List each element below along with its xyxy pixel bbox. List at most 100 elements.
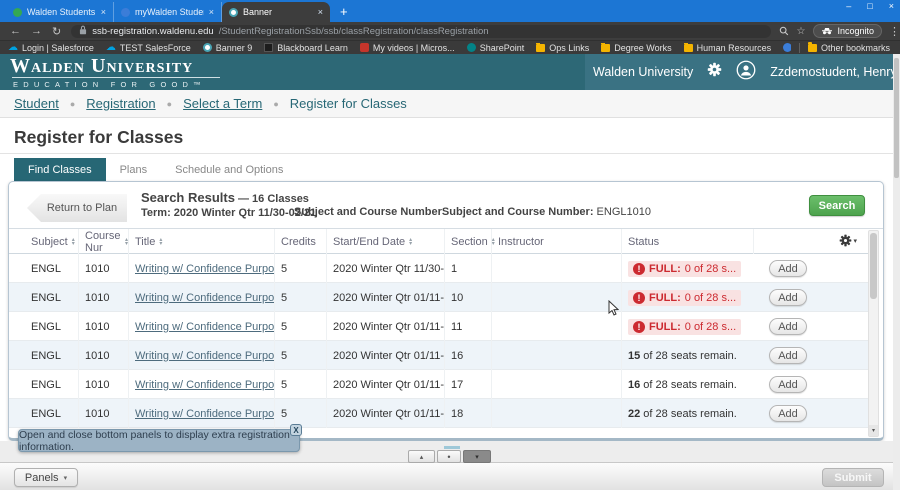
panel-expand-up-button[interactable]: ▴ — [408, 450, 435, 463]
course-title-link[interactable]: Writing w/ Confidence Purpose — [135, 408, 274, 420]
course-title-link[interactable]: Writing w/ Confidence Purpose — [135, 321, 274, 333]
panels-label: Panels — [24, 471, 59, 484]
course-title-link[interactable]: Writing w/ Confidence Purpose — [135, 292, 274, 304]
tab-find-classes[interactable]: Find Classes — [14, 158, 106, 181]
title-cell: Writing w/ Confidence Purpose — [128, 370, 274, 399]
page-scrollbar-thumb[interactable] — [894, 58, 899, 178]
table-row: ENGL 1010 Writing w/ Confidence Purpose 5 20… — [9, 312, 869, 341]
add-button[interactable]: Add — [769, 376, 807, 393]
column-header[interactable]: Course Nur ▴ ▾ — [78, 229, 128, 254]
tooltip-close-button[interactable]: X — [290, 424, 302, 436]
sort-icon[interactable]: ▴ ▾ — [159, 237, 162, 247]
title-cell: Writing w/ Confidence Purpose — [128, 312, 274, 341]
scroll-down-icon[interactable]: ▾ — [869, 425, 878, 436]
table-row: ENGL 1010 Writing w/ Confidence Purpose 5 20… — [9, 341, 869, 370]
course-title-link[interactable]: Writing w/ Confidence Purpose — [135, 263, 274, 275]
bookmark-item[interactable]: Degree Works — [601, 42, 672, 53]
status-open-text: 15 of 28 seats remain. — [628, 349, 737, 362]
panel-collapse-down-button[interactable]: ▾ — [463, 450, 491, 463]
settings-gear-icon[interactable] — [707, 62, 722, 82]
new-tab-button[interactable]: + — [340, 4, 348, 19]
column-header[interactable]: Start/End Date ▴ ▾ — [326, 229, 444, 254]
search-button[interactable]: Search — [809, 195, 865, 216]
browser-tab[interactable]: Banner × — [222, 2, 330, 22]
bookmark-item[interactable]: Ops Links — [536, 42, 589, 53]
address-bar[interactable]: ssb-registration.waldenu.edu/StudentRegi… — [71, 24, 771, 38]
full-alert-icon: ! — [633, 291, 645, 304]
status-cell: 22 of 28 seats remain. — [621, 399, 753, 428]
add-button[interactable]: Add — [769, 260, 807, 277]
breadcrumb-item[interactable]: Select a Term — [183, 96, 262, 111]
menu-icon[interactable]: ⋮ — [889, 25, 900, 38]
mouse-cursor — [608, 299, 620, 321]
panels-button[interactable]: Panels ▾ — [14, 468, 78, 487]
add-button[interactable]: Add — [769, 347, 807, 364]
logo-tagline: EDUCATION FOR GOOD™ — [13, 80, 206, 89]
walden-logo: Walden University EDUCATION FOR GOOD™ — [10, 56, 220, 89]
minimize-button[interactable]: – — [846, 1, 851, 11]
action-cell: Add — [753, 318, 823, 335]
full-alert-icon: ! — [633, 320, 645, 333]
back-icon[interactable]: ← — [10, 25, 21, 37]
table-settings-gear-icon[interactable]: ▾ — [839, 234, 857, 247]
title-cell: Writing w/ Confidence Purpose — [128, 341, 274, 370]
browser-tab[interactable]: Walden Students | Walden Univ × — [6, 2, 114, 22]
cloud-icon: ☁ — [8, 42, 18, 53]
browser-tabs: Walden Students | Walden Univ×myWalden S… — [0, 0, 330, 22]
user-avatar-icon[interactable] — [736, 60, 756, 85]
sort-icon[interactable]: ▴ ▾ — [72, 237, 75, 247]
tab-favicon — [229, 7, 238, 17]
column-header-actions — [753, 229, 823, 254]
page-scrollbar[interactable] — [893, 54, 900, 490]
return-to-plan-button[interactable]: Return to Plan — [27, 194, 127, 222]
bookmark-item[interactable]: SharePoint — [466, 43, 524, 53]
panel-reset-button[interactable]: • — [437, 450, 461, 463]
bookmark-item[interactable]: Human Resources — [683, 42, 771, 53]
credits-cell: 5 — [274, 283, 326, 312]
submit-button[interactable]: Submit — [822, 468, 884, 487]
bookmark-item[interactable]: ☁ TEST SalesForce — [106, 43, 191, 53]
column-header[interactable]: Title ▴ ▾ — [128, 229, 274, 254]
add-button[interactable]: Add — [769, 289, 807, 306]
user-name[interactable]: Zzdemostudent, Henry — [770, 65, 896, 79]
instructor-cell — [491, 283, 621, 312]
sort-icon[interactable]: ▴ ▾ — [409, 237, 412, 247]
breadcrumb-item: Register for Classes — [289, 96, 407, 111]
institution-name: Walden University — [593, 65, 694, 79]
breadcrumb-item[interactable]: Student — [14, 96, 59, 111]
dates-cell: 2020 Winter Qtr 01/11-0... — [326, 370, 444, 399]
add-button[interactable]: Add — [769, 405, 807, 422]
table-scrollbar-thumb[interactable] — [870, 233, 877, 299]
bookmark-item[interactable]: My videos | Micros... — [359, 43, 455, 53]
bookmark-item[interactable]: myWalden Student... — [783, 43, 791, 53]
browser-window: Walden Students | Walden Univ×myWalden S… — [0, 0, 900, 490]
tab-schedule-and-options[interactable]: Schedule and Options — [161, 158, 297, 181]
zoom-icon[interactable] — [779, 26, 789, 36]
action-cell: Add — [753, 405, 823, 422]
tab-close-icon[interactable]: × — [101, 7, 106, 17]
bookmark-item[interactable]: Banner 9 — [202, 43, 252, 53]
browser-tab[interactable]: myWalden Student Portal × — [114, 2, 222, 22]
reload-icon[interactable]: ↻ — [52, 25, 61, 38]
search-criteria: Subject and Course NumberSubject and Cou… — [294, 206, 651, 218]
forward-icon[interactable]: → — [31, 25, 42, 37]
tab-plans[interactable]: Plans — [106, 158, 162, 181]
add-button[interactable]: Add — [769, 318, 807, 335]
close-window-button[interactable]: × — [889, 1, 894, 11]
tab-close-icon[interactable]: × — [209, 7, 214, 17]
maximize-button[interactable]: □ — [867, 1, 872, 11]
column-header[interactable]: Subject ▴ ▾ — [31, 229, 78, 254]
column-header[interactable]: Section ▴ ▾ — [444, 229, 495, 254]
bookmark-item[interactable]: Blackboard Learn — [264, 43, 348, 53]
folder-icon — [807, 41, 817, 52]
star-icon[interactable]: ☆ — [797, 26, 806, 37]
other-bookmarks-button[interactable]: Other bookmarks — [807, 41, 900, 53]
course-title-link[interactable]: Writing w/ Confidence Purpose — [135, 350, 274, 362]
bookmark-item[interactable]: ☁ Login | Salesforce — [8, 43, 94, 53]
section-cell: 16 — [444, 341, 491, 370]
subject-cell: ENGL — [31, 407, 61, 420]
tab-close-icon[interactable]: × — [318, 7, 323, 17]
course-title-link[interactable]: Writing w/ Confidence Purpose — [135, 379, 274, 391]
breadcrumb-item[interactable]: Registration — [86, 96, 155, 111]
table-scrollbar[interactable]: ▾ — [868, 230, 879, 437]
